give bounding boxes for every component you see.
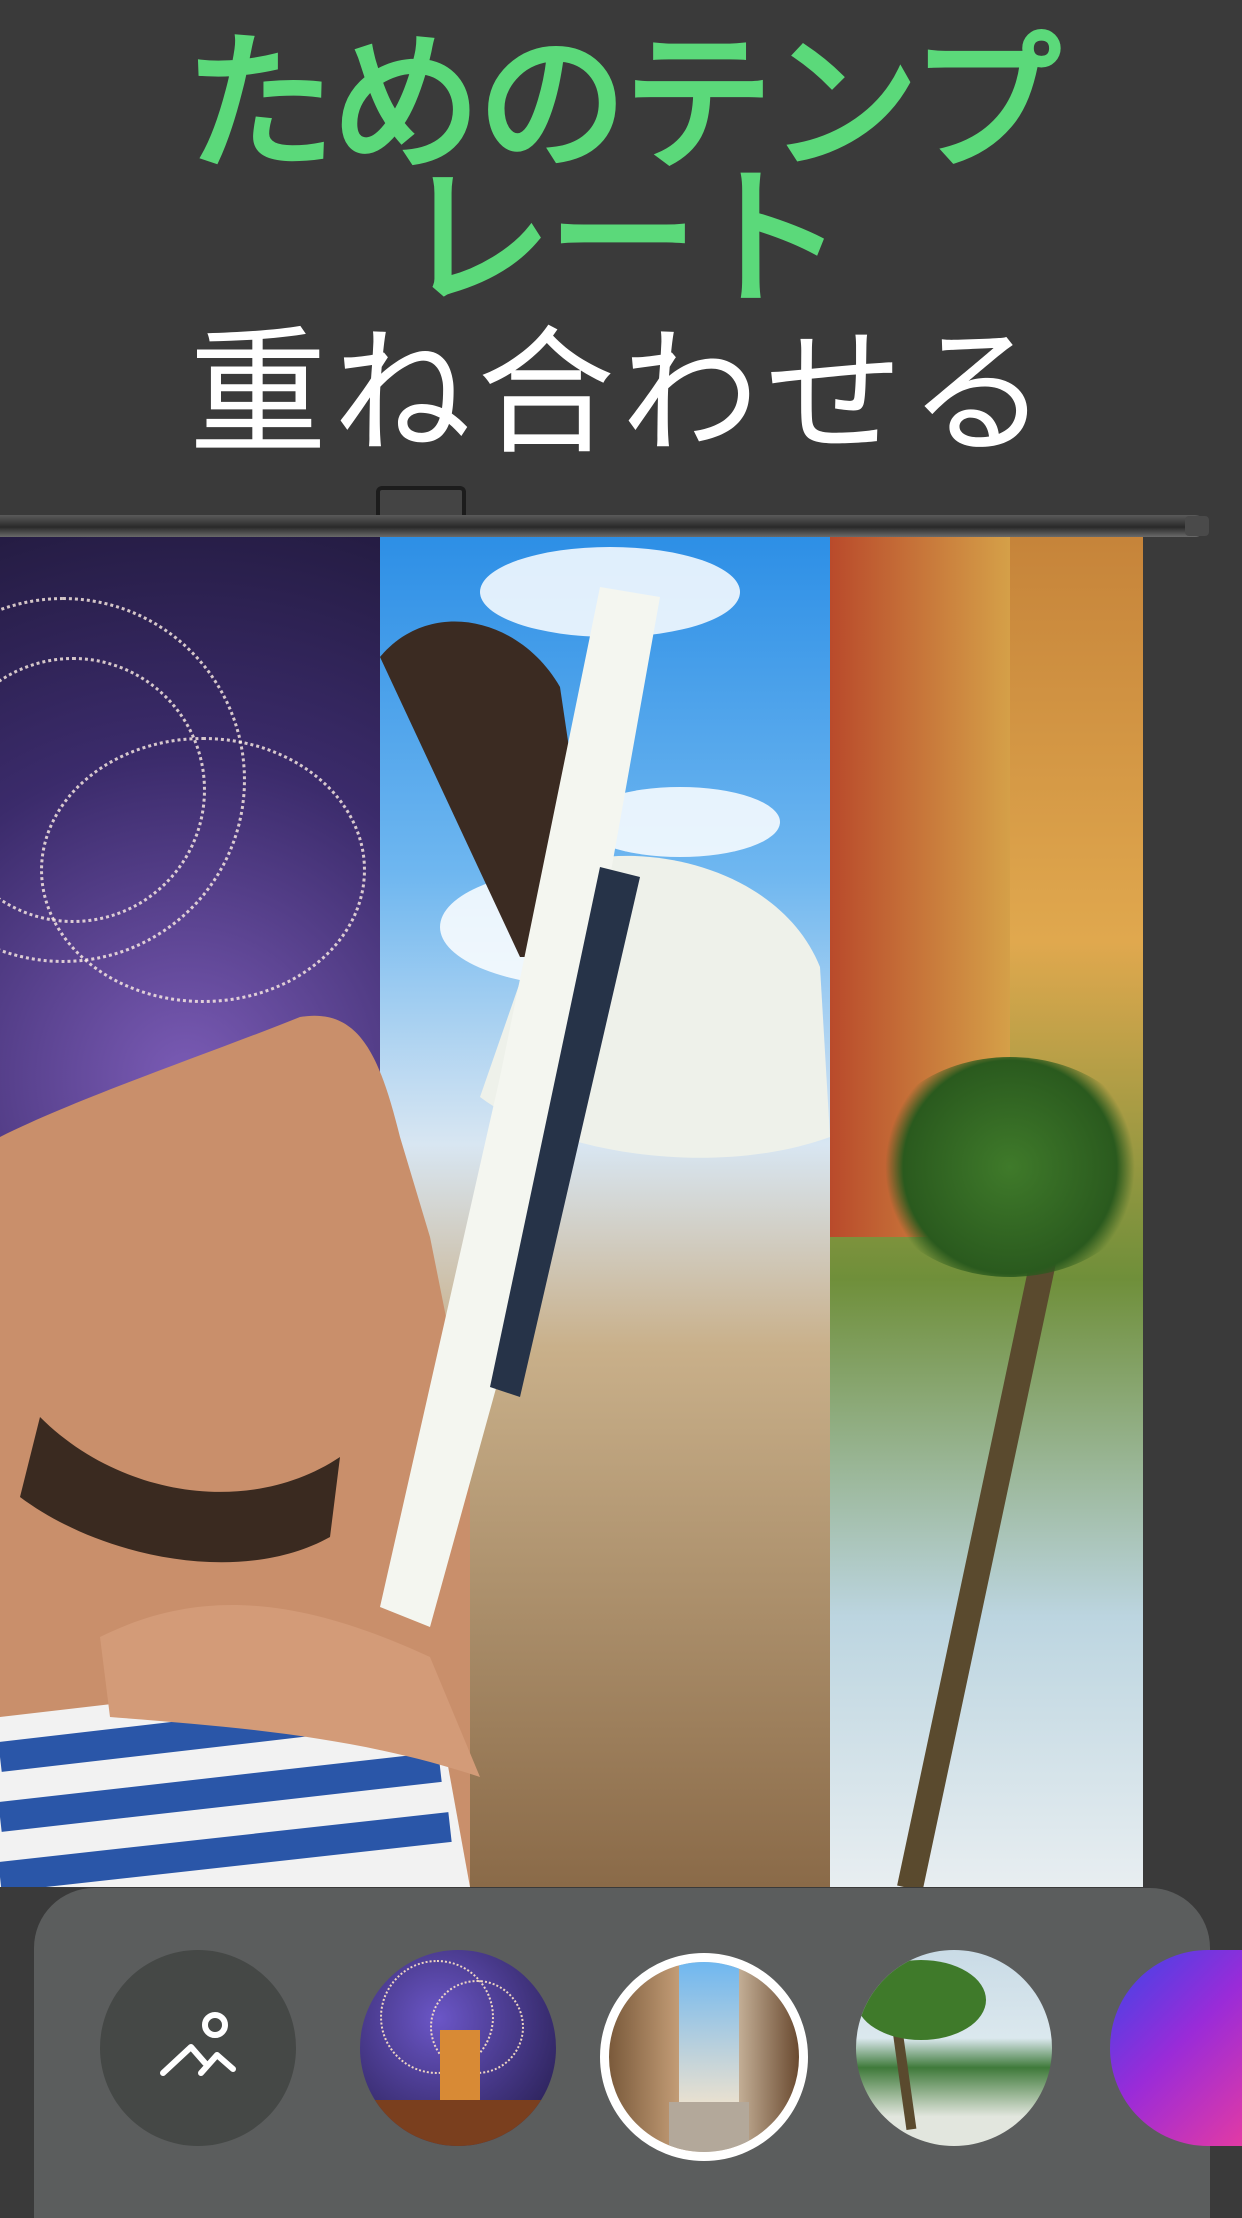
- header: ためのテンプ レート 重ね合わせる: [0, 0, 1242, 520]
- template-thumb-palm-beach[interactable]: [856, 1950, 1052, 2146]
- palm-leaves: [870, 1057, 1143, 1277]
- hanging-rod: [0, 515, 1205, 537]
- title-line-2: レート: [401, 153, 844, 327]
- add-photo-button[interactable]: [100, 1950, 296, 2146]
- add-photo-icon: [160, 2012, 236, 2076]
- template-thumb-fireworks[interactable]: [360, 1950, 556, 2146]
- overlay-preview-canvas: [0, 537, 1143, 1887]
- man-cutout: [0, 587, 830, 1887]
- subtitle: 重ね合わせる: [188, 313, 1053, 474]
- template-thumb-street-selected[interactable]: [600, 1953, 808, 2161]
- rod-end-cap: [1185, 516, 1209, 536]
